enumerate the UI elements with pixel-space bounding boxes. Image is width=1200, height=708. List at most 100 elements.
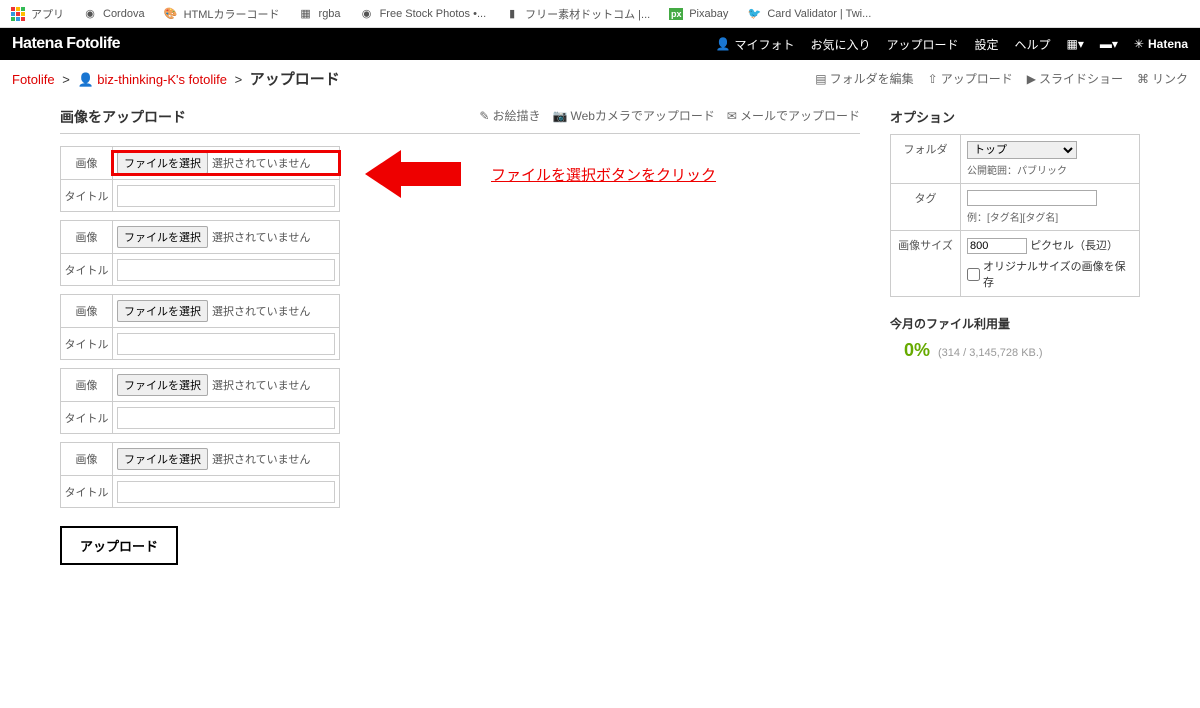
file-select-button[interactable]: ファイルを選択 — [117, 300, 208, 322]
row-label: 画像 — [61, 221, 113, 253]
opt-tag-input[interactable] — [967, 190, 1097, 206]
alt-draw[interactable]: ✎お絵描き — [479, 107, 540, 124]
section-title-row: 画像をアップロード ✎お絵描き 📷Webカメラでアップロード ✉メールでアップロ… — [60, 107, 860, 134]
annotation-overlay: ファイルを選択ボタンをクリック — [365, 150, 716, 198]
file-select-button[interactable]: ファイルを選択 — [117, 226, 208, 248]
site-logo[interactable]: Hatena Fotolife — [12, 35, 120, 53]
alt-mail[interactable]: ✉メールでアップロード — [727, 107, 860, 124]
action-slideshow[interactable]: ▶スライドショー — [1027, 70, 1123, 87]
action-label: アップロード — [941, 70, 1013, 87]
header-nav: 👤マイフォト お気に入り アップロード 設定 ヘルプ ▦▾ ▬▾ ✳ Hatena — [715, 36, 1188, 53]
bookmark-apps[interactable]: アプリ — [10, 6, 64, 22]
crumb-user[interactable]: biz-thinking-K's fotolife — [97, 72, 227, 87]
alt-webcam[interactable]: 📷Webカメラでアップロード — [553, 107, 715, 124]
nav-help[interactable]: ヘルプ — [1015, 36, 1051, 53]
usage-value: 0% (314 / 3,145,728 KB.) — [890, 340, 1140, 361]
notify-icon[interactable]: ▬▾ — [1100, 37, 1118, 51]
site-header: Hatena Fotolife 👤マイフォト お気に入り アップロード 設定 ヘ… — [0, 28, 1200, 60]
row-label: タイトル — [61, 476, 113, 507]
bookmark-label: アプリ — [31, 6, 64, 22]
title-input[interactable] — [117, 259, 335, 281]
options-title: オプション — [890, 107, 1140, 126]
bookmark-pixabay[interactable]: px Pixabay — [668, 6, 728, 22]
title-input[interactable] — [117, 333, 335, 355]
opt-size-unit: ピクセル（長辺） — [1030, 240, 1118, 252]
upload-blocks: 画像 ファイルを選択 選択されていません タイトル 画像ファイルを選択選択されて… — [60, 146, 340, 508]
folder-icon: ▤ — [815, 72, 826, 86]
opt-size-input[interactable] — [967, 238, 1027, 254]
nav-settings[interactable]: 設定 — [974, 36, 998, 53]
mail-icon: ✉ — [727, 109, 737, 123]
opt-folder-hint: 公開範囲：パブリック — [967, 162, 1133, 177]
opt-folder-select[interactable]: トップ — [967, 141, 1077, 159]
arrow-icon — [365, 150, 401, 198]
file-select-button[interactable]: ファイルを選択 — [117, 448, 208, 470]
bookmark-label: Card Validator | Twi... — [767, 8, 871, 20]
bookmark-label: Pixabay — [689, 8, 728, 20]
row-label: 画像 — [61, 443, 113, 475]
hatena-icon: ✳ — [1134, 37, 1144, 51]
upload-submit-button[interactable]: アップロード — [60, 526, 178, 565]
pencil-icon: ✎ — [479, 109, 489, 123]
bookmark-twitter[interactable]: 🐦 Card Validator | Twi... — [746, 6, 871, 22]
row-label: タイトル — [61, 180, 113, 211]
options-table: フォルダ トップ 公開範囲：パブリック タグ 例：[タグ名][タグ名] 画像サイ… — [890, 134, 1140, 297]
bookmark-rgba[interactable]: ▦ rgba — [298, 6, 341, 22]
file-select-button[interactable]: ファイルを選択 — [117, 152, 208, 174]
user-icon: 👤 — [77, 72, 93, 87]
file-status: 選択されていません — [212, 229, 310, 245]
file-status: 選択されていません — [212, 303, 310, 319]
action-label: スライドショー — [1039, 70, 1123, 87]
bookmark-label: Cordova — [103, 8, 145, 20]
annotation-text: ファイルを選択ボタンをクリック — [491, 164, 716, 185]
apps-menu-icon[interactable]: ▦▾ — [1067, 37, 1084, 51]
row-label: 画像 — [61, 147, 113, 179]
play-icon: ▶ — [1027, 72, 1036, 86]
upload-title-row: タイトル — [61, 179, 339, 211]
page-icon: ▮ — [504, 6, 520, 22]
nav-label: Hatena — [1148, 37, 1188, 51]
bookmark-htmlcolor[interactable]: 🎨 HTMLカラーコード — [163, 6, 280, 22]
alt-upload-links: ✎お絵描き 📷Webカメラでアップロード ✉メールでアップロード — [479, 107, 860, 124]
alt-label: お絵描き — [492, 107, 540, 124]
nav-myphoto[interactable]: 👤マイフォト — [715, 36, 794, 53]
nav-label: マイフォト — [734, 36, 794, 53]
camera-icon: 📷 — [553, 109, 568, 123]
title-input[interactable] — [117, 407, 335, 429]
action-label: フォルダを編集 — [830, 70, 914, 87]
bookmark-label: フリー素材ドットコム |... — [525, 6, 650, 22]
bookmark-freesozai[interactable]: ▮ フリー素材ドットコム |... — [504, 6, 650, 22]
crumb-current: アップロード — [250, 71, 340, 88]
file-status: 選択されていません — [212, 155, 310, 171]
opt-original-checkbox[interactable] — [967, 268, 980, 281]
hatena-logo[interactable]: ✳ Hatena — [1134, 37, 1188, 51]
upload-block: 画像ファイルを選択選択されていません タイトル — [60, 294, 340, 360]
right-column: オプション フォルダ トップ 公開範囲：パブリック タグ 例：[タグ名][タグ名… — [890, 107, 1140, 361]
bookmark-label: Free Stock Photos •... — [380, 8, 487, 20]
upload-icon: ⇧ — [928, 72, 938, 86]
bookmark-freestock[interactable]: ◉ Free Stock Photos •... — [359, 6, 487, 22]
title-input[interactable] — [117, 185, 335, 207]
upload-image-row: 画像 ファイルを選択 選択されていません — [61, 147, 339, 179]
usage-percent: 0% — [904, 340, 930, 361]
file-select-button[interactable]: ファイルを選択 — [117, 374, 208, 396]
upload-block: 画像ファイルを選択選択されていません タイトル — [60, 442, 340, 508]
action-link[interactable]: ⌘リンク — [1137, 70, 1188, 87]
bookmark-label: HTMLカラーコード — [184, 6, 280, 22]
opt-size-label: 画像サイズ — [891, 231, 961, 297]
crumb-sep: > — [62, 72, 70, 87]
nav-upload[interactable]: アップロード — [886, 36, 958, 53]
crumb-root[interactable]: Fotolife — [12, 72, 55, 87]
file-field: ファイルを選択 選択されていません — [113, 152, 339, 174]
breadcrumb-row: Fotolife > 👤 biz-thinking-K's fotolife >… — [0, 60, 1200, 97]
title-input[interactable] — [117, 481, 335, 503]
nav-favorite[interactable]: お気に入り — [810, 36, 870, 53]
action-label: リンク — [1152, 70, 1188, 87]
opt-tag-label: タグ — [891, 184, 961, 231]
file-status: 選択されていません — [212, 451, 310, 467]
link-icon: ⌘ — [1137, 72, 1149, 86]
bookmark-cordova[interactable]: ◉ Cordova — [82, 6, 145, 22]
apps-icon — [10, 6, 26, 22]
action-upload[interactable]: ⇧アップロード — [928, 70, 1013, 87]
action-edit-folder[interactable]: ▤ フォルダを編集 — [815, 70, 913, 87]
